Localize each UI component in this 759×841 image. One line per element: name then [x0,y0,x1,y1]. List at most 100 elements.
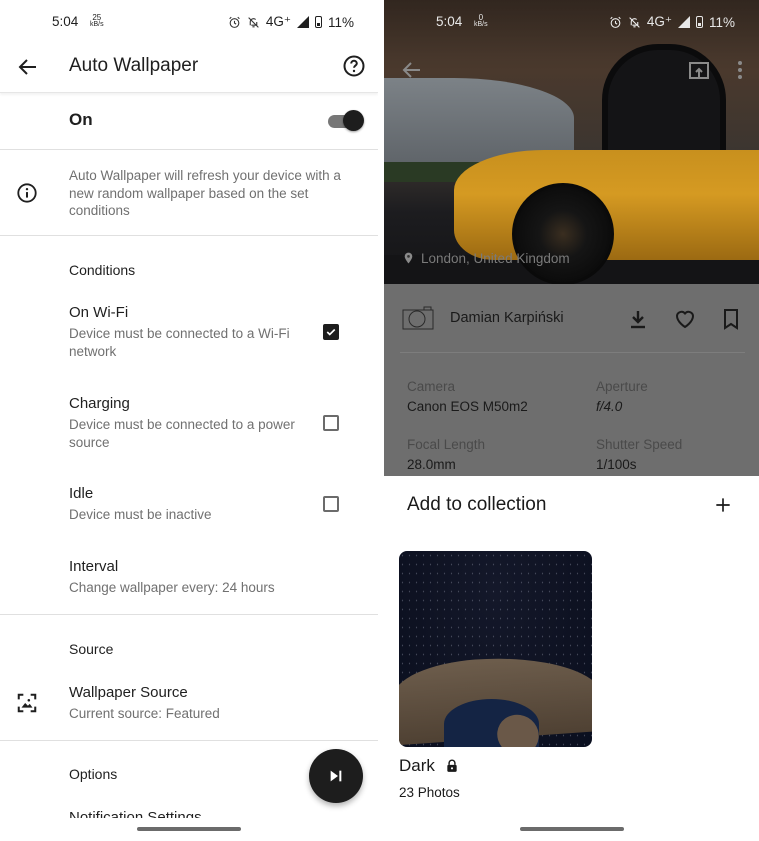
divider [0,614,378,615]
pref-charging-summary: Device must be connected to a power sour… [69,417,295,450]
gesture-nav-handle[interactable] [520,827,624,831]
more-vert-icon[interactable] [728,58,752,82]
arrow-left-icon[interactable] [400,58,424,82]
lock-icon [447,759,457,772]
exif-label: Focal Length [407,437,486,452]
gesture-nav-handle[interactable] [137,827,241,831]
signal-icon [677,16,690,28]
status-time: 5:04 [52,14,79,29]
photo-location[interactable]: London, United Kingdom [402,250,570,266]
pref-interval-summary: Change wallpaper every: 24 hours [69,580,275,595]
exif-camera: Camera Canon EOS M50m2 [407,379,528,414]
speed-unit: kB/s [90,21,104,28]
author-avatar[interactable] [402,306,434,330]
open-in-browser-icon[interactable] [687,58,711,82]
master-switch-label: On [69,110,93,129]
idle-checkbox[interactable] [323,496,339,512]
speed-unit: kB/s [474,21,488,28]
exif-value: 1/100s [596,457,637,472]
master-switch-toggle[interactable] [328,110,364,132]
pref-interval[interactable]: Interval Change wallpaper every: 24 hour… [69,557,348,597]
info-row: Auto Wallpaper will refresh your device … [0,150,378,236]
app-bar: Auto Wallpaper [0,44,378,93]
network-speed: 25 kB/s [90,13,104,29]
switch-thumb [343,110,364,131]
battery-icon [314,16,322,28]
car-wheel [512,183,614,284]
skip-next-icon [330,770,342,782]
exif-value: 28.0mm [407,457,456,472]
master-switch-row[interactable]: On [0,93,378,150]
network-speed: 0 kB/s [474,13,488,29]
pref-notification-settings[interactable]: Notification Settings [69,806,202,818]
photo-detail-screen: 5:04 0 kB/s 4G⁺ 11% London, United Kingdo… [384,0,759,841]
pref-idle-summary: Device must be inactive [69,507,212,522]
heart-icon[interactable] [673,307,697,331]
pref-wifi-title: On Wi-Fi [69,304,129,321]
alarm-icon [229,16,240,28]
pref-source-title: Wallpaper Source [69,684,188,701]
plus-icon[interactable] [713,495,733,515]
signal-icon [296,16,309,28]
pref-charging-title: Charging [69,395,130,412]
battery-icon [695,16,703,28]
status-icons: 4G⁺ 11% [609,14,735,30]
pref-source-summary: Current source: Featured [69,706,220,721]
alarm-icon [610,16,621,28]
exif-value: f/4.0 [596,399,623,414]
bookmark-icon[interactable] [719,307,743,331]
pref-wifi[interactable]: On Wi-Fi Device must be connected to a W… [69,303,348,360]
charging-checkbox[interactable] [323,415,339,431]
exif-shutter-speed: Shutter Speed 1/100s [596,437,682,472]
collection-cover[interactable] [399,551,592,747]
sheet-title: Add to collection [407,494,547,515]
photo-hero-image[interactable]: 5:04 0 kB/s 4G⁺ 11% London, United Kingdo… [384,0,759,284]
source-header: Source [69,641,114,657]
pref-charging[interactable]: Charging Device must be connected to a p… [69,394,348,451]
network-type: 4G⁺ [265,14,291,29]
pref-wifi-summary: Device must be connected to a Wi-Fi netw… [69,326,290,359]
divider [0,740,378,741]
exif-aperture: Aperture f/4.0 [596,379,648,414]
page-title: Auto Wallpaper [69,55,199,76]
network-type: 4G⁺ [646,14,672,29]
exif-label: Shutter Speed [596,437,683,452]
exif-focal-length: Focal Length 28.0mm [407,437,485,472]
photo-info-panel: Damian Karpiński Camera Canon EOS M50m2 … [384,284,759,476]
location-pin-icon [404,252,413,264]
battery-level: 11% [708,14,735,30]
status-icons: 4G⁺ 11% [228,14,354,30]
wifi-checkbox[interactable] [323,324,339,340]
pref-wallpaper-source[interactable]: Wallpaper Source Current source: Feature… [69,683,348,723]
status-bar: 5:04 25 kB/s 4G⁺ 11% [0,0,378,44]
info-text: Auto Wallpaper will refresh your device … [69,168,341,218]
arrow-left-icon[interactable] [16,55,40,79]
pref-interval-title: Interval [69,558,119,575]
auto-wallpaper-screen: 5:04 25 kB/s 4G⁺ 11% Auto Wallpaper On Au… [0,0,378,841]
info-icon [17,183,37,203]
speed-value: 0 [478,13,484,22]
author-name[interactable]: Damian Karpiński [450,310,564,326]
notifications-off-icon [629,16,640,28]
notifications-off-icon [248,16,259,28]
help-circle-icon[interactable] [342,54,366,78]
exif-value: Canon EOS M50m2 [407,399,528,414]
status-time: 5:04 [436,14,463,29]
battery-level: 11% [327,14,354,30]
speed-value: 25 [92,13,102,22]
divider [400,352,745,353]
wallpaper-icon [17,693,37,713]
location-text: London, United Kingdom [421,250,570,266]
collection-name: Dark [399,756,435,775]
skip-wallpaper-fab[interactable] [309,749,363,803]
options-header: Options [69,766,118,782]
pref-idle[interactable]: Idle Device must be inactive [69,484,348,524]
status-bar: 5:04 0 kB/s 4G⁺ 11% [384,0,759,44]
download-icon[interactable] [626,307,650,331]
conditions-header: Conditions [69,262,136,278]
exif-label: Camera [407,379,456,394]
collection-item[interactable]: Dark [399,756,459,776]
exif-label: Aperture [596,379,648,394]
pref-idle-title: Idle [69,485,94,502]
collection-count: 23 Photos [399,785,460,800]
